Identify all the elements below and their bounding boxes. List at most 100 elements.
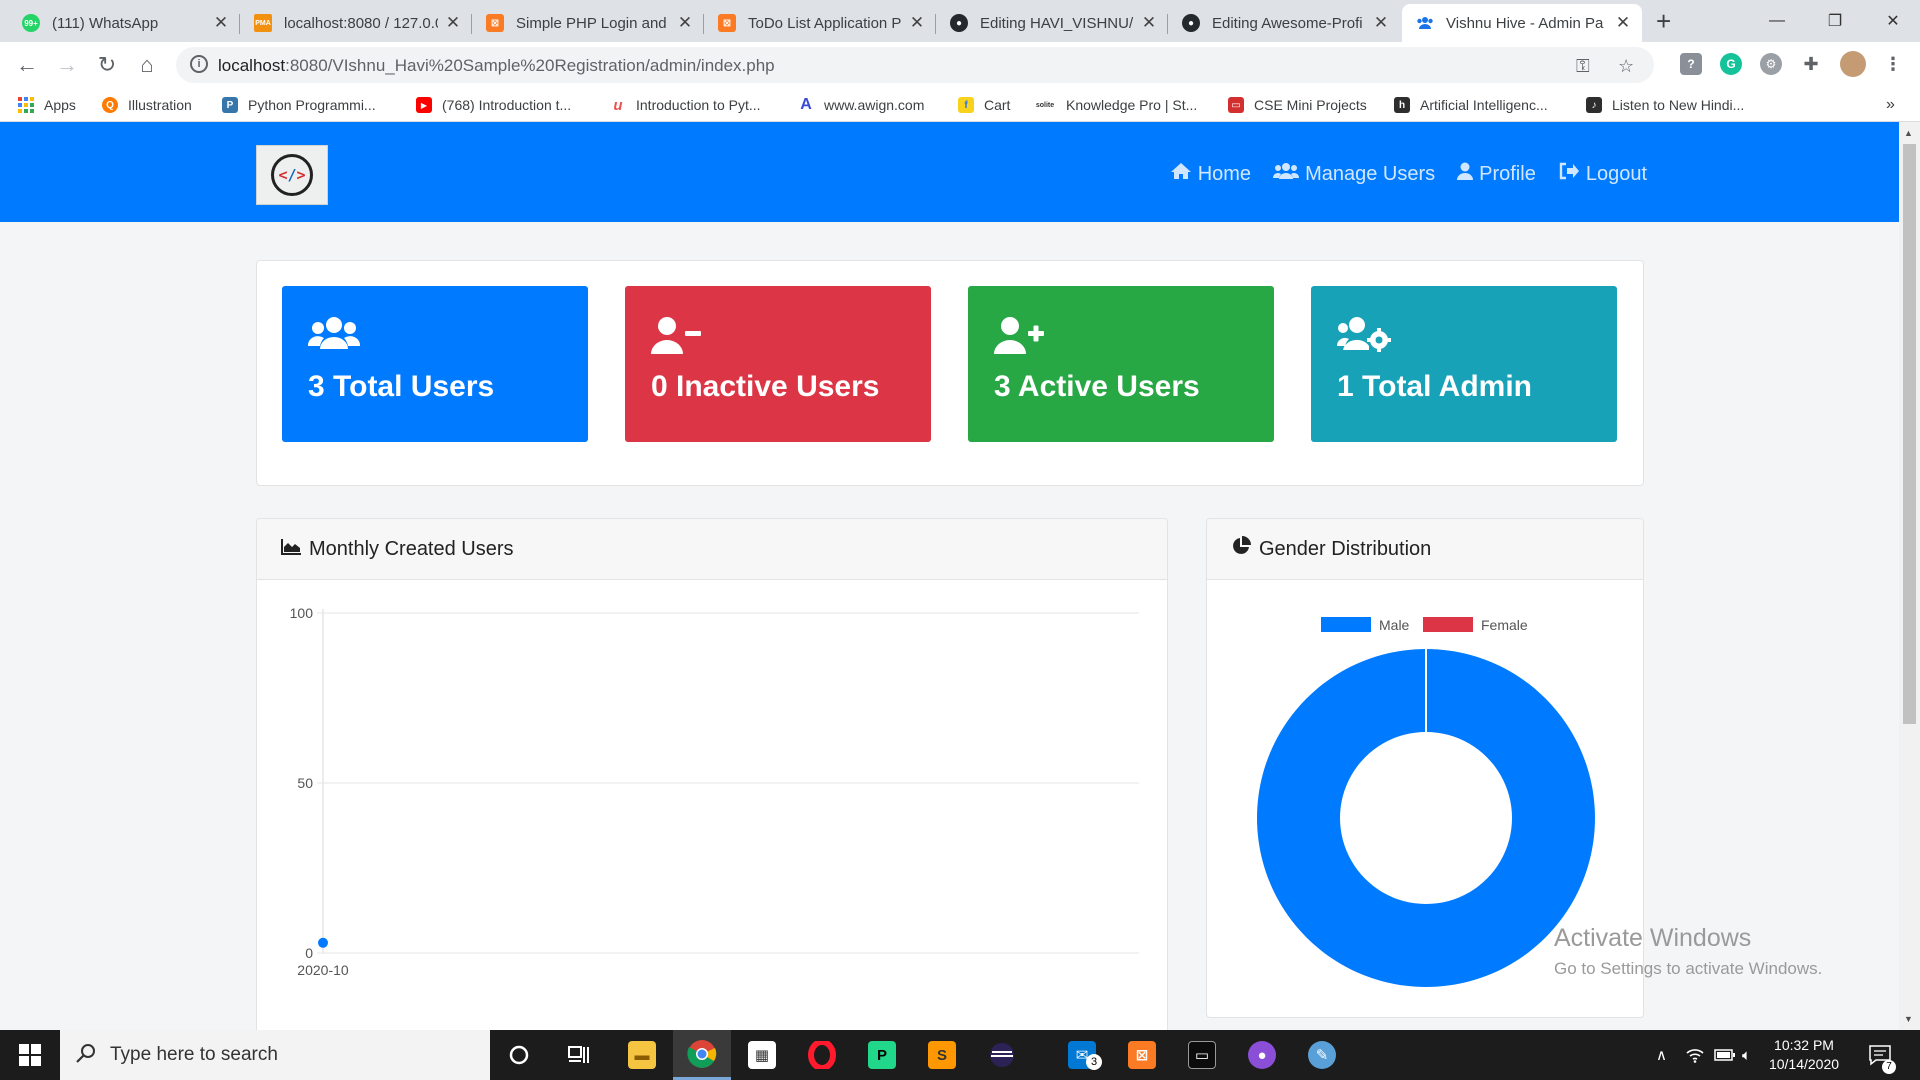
system-clock[interactable]: 10:32 PM 10/14/2020: [1756, 1036, 1852, 1074]
page-scrollbar[interactable]: ▲ ▼: [1899, 122, 1920, 1030]
forward-icon[interactable]: →: [52, 50, 82, 80]
browser-tab[interactable]: ⊠ Simple PHP Login and ✕: [472, 4, 704, 42]
monthly-users-title: Monthly Created Users: [309, 537, 514, 560]
close-tab-icon[interactable]: ✕: [1140, 13, 1158, 33]
file-explorer-icon[interactable]: ▬: [613, 1030, 671, 1080]
close-tab-icon[interactable]: ✕: [1614, 13, 1632, 33]
restore-icon[interactable]: ❐: [1806, 0, 1864, 42]
bookmark-python[interactable]: P Python Programmi...: [222, 95, 376, 115]
github-desktop-icon[interactable]: ●: [1233, 1030, 1291, 1080]
extensions-puzzle-icon[interactable]: ✚: [1800, 53, 1822, 75]
stat-total-users[interactable]: 3 Total Users: [282, 286, 588, 442]
back-icon[interactable]: ←: [12, 50, 42, 80]
tray-chevron-icon[interactable]: ∧: [1656, 1030, 1667, 1080]
bookmark-knowledge-pro[interactable]: solite Knowledge Pro | St...: [1034, 95, 1197, 115]
data-point: [318, 937, 328, 948]
eclipse-icon[interactable]: [973, 1030, 1031, 1080]
close-window-icon[interactable]: ✕: [1864, 0, 1920, 42]
scroll-down-icon[interactable]: ▼: [1904, 1014, 1913, 1024]
menu-kebab-icon[interactable]: ⋮: [1882, 53, 1904, 75]
bookmark-apps[interactable]: Apps: [18, 95, 76, 115]
music-icon: ♪: [1586, 97, 1602, 113]
browser-tab[interactable]: 99+ (111) WhatsApp ✕: [8, 4, 240, 42]
store-icon[interactable]: ▦: [733, 1030, 791, 1080]
stat-active-users-text: 3 Active Users: [994, 370, 1200, 403]
opera-icon[interactable]: [793, 1030, 851, 1080]
close-tab-icon[interactable]: ✕: [212, 13, 230, 33]
battery-icon[interactable]: [1714, 1030, 1736, 1080]
bookmark-cse-projects[interactable]: ▭ CSE Mini Projects: [1228, 95, 1367, 115]
phpmyadmin-icon: PMA: [254, 14, 272, 32]
close-tab-icon[interactable]: ✕: [908, 13, 926, 33]
shield-extension-icon[interactable]: ?: [1680, 53, 1702, 75]
scrollbar-thumb[interactable]: [1903, 144, 1916, 724]
stat-active-users[interactable]: 3 Active Users: [968, 286, 1274, 442]
home-icon[interactable]: ⌂: [132, 50, 162, 80]
key-icon[interactable]: ⚿: [1576, 56, 1590, 77]
xampp-icon[interactable]: ⊠: [1113, 1030, 1171, 1080]
whatsapp-icon: 99+: [22, 14, 40, 32]
bookmark-hindi-songs[interactable]: ♪ Listen to New Hindi...: [1586, 95, 1744, 115]
terminal-icon[interactable]: ▭: [1173, 1030, 1231, 1080]
bookmark-awign[interactable]: Awww.awign.com: [798, 95, 924, 115]
bookmark-star-icon[interactable]: ☆: [1618, 56, 1634, 77]
close-tab-icon[interactable]: ✕: [444, 13, 462, 33]
pycharm-icon[interactable]: P: [853, 1030, 911, 1080]
more-bookmarks-button[interactable]: »: [1886, 95, 1895, 115]
monthly-users-line-chart[interactable]: 100 50 02020-10: [257, 580, 1168, 1030]
paint-icon[interactable]: ✎: [1293, 1030, 1351, 1080]
close-tab-icon[interactable]: ✕: [676, 13, 694, 33]
sublime-icon[interactable]: S: [913, 1030, 971, 1080]
scroll-up-icon[interactable]: ▲: [1904, 128, 1913, 138]
bookmark-illustration[interactable]: Q Illustration: [102, 95, 192, 115]
browser-tab[interactable]: ● Editing HAVI_VISHNU/ ✕: [936, 4, 1168, 42]
nav-manage-users[interactable]: Manage Users: [1273, 162, 1435, 186]
nav-profile[interactable]: Profile: [1457, 162, 1536, 186]
task-view-icon[interactable]: [550, 1030, 608, 1080]
projects-icon: ▭: [1228, 97, 1244, 113]
notification-center-icon[interactable]: 7: [1868, 1030, 1896, 1080]
bookmark-cart[interactable]: f Cart: [958, 95, 1010, 115]
users-icon: [1416, 14, 1434, 32]
stat-total-admin[interactable]: 1 Total Admin: [1311, 286, 1617, 442]
browser-tab[interactable]: ⊠ ToDo List Application P ✕: [704, 4, 936, 42]
monthly-users-card: Monthly Created Users 100 50 0 2020-10: [256, 518, 1168, 1030]
bookmark-udemy[interactable]: u Introduction to Pyt...: [610, 95, 760, 115]
mail-icon[interactable]: ✉ 3: [1053, 1030, 1111, 1080]
grammarly-icon[interactable]: G: [1720, 53, 1742, 75]
stat-inactive-users[interactable]: 0 Inactive Users: [625, 286, 931, 442]
x-tick-label: 2020-10: [297, 962, 349, 978]
stats-panel: 3 Total Users 0 Inactive Users 3 Active …: [256, 260, 1644, 486]
wifi-icon[interactable]: [1686, 1030, 1704, 1080]
minimize-icon[interactable]: —: [1748, 0, 1806, 42]
reload-icon[interactable]: ↻: [92, 50, 122, 80]
code-logo-icon: < / >: [271, 154, 313, 196]
brand-logo[interactable]: < / >: [256, 145, 328, 205]
volume-icon[interactable]: 🔈︎: [1742, 1030, 1751, 1080]
address-bar[interactable]: i localhost:8080/VIshnu_Havi%20Sample%20…: [176, 47, 1654, 83]
close-tab-icon[interactable]: ✕: [1372, 13, 1390, 33]
stat-inactive-users-text: 0 Inactive Users: [651, 370, 880, 403]
watermark-line1: Activate Windows: [1554, 924, 1752, 952]
gender-distribution-header: Gender Distribution: [1207, 519, 1643, 580]
new-tab-button[interactable]: +: [1656, 8, 1671, 34]
bookmark-youtube[interactable]: ▶ (768) Introduction t...: [416, 95, 571, 115]
mail-badge: 3: [1086, 1054, 1102, 1070]
taskbar-search-box[interactable]: Type here to search: [60, 1030, 490, 1080]
nav-home[interactable]: Home: [1170, 162, 1251, 186]
flipkart-icon: f: [958, 97, 974, 113]
site-info-icon[interactable]: i: [190, 55, 208, 73]
profile-avatar[interactable]: [1840, 51, 1866, 77]
url-text[interactable]: localhost:8080/VIshnu_Havi%20Sample%20Re…: [218, 56, 775, 76]
chrome-icon[interactable]: [673, 1030, 731, 1080]
hackerrank-icon: h: [1394, 97, 1410, 113]
nav-logout[interactable]: Logout: [1558, 162, 1647, 186]
browser-tab[interactable]: PMA localhost:8080 / 127.0.0 ✕: [240, 4, 472, 42]
bookmark-ai[interactable]: h Artificial Intelligenc...: [1394, 95, 1548, 115]
user-icon: [1457, 162, 1474, 186]
windows-start-icon[interactable]: [0, 1030, 60, 1080]
browser-tab[interactable]: ● Editing Awesome-Profi ✕: [1168, 4, 1400, 42]
cortana-icon[interactable]: [490, 1030, 548, 1080]
settings-extension-icon[interactable]: ⚙: [1760, 53, 1782, 75]
browser-tab-active[interactable]: Vishnu Hive - Admin Pa ✕: [1402, 4, 1642, 42]
